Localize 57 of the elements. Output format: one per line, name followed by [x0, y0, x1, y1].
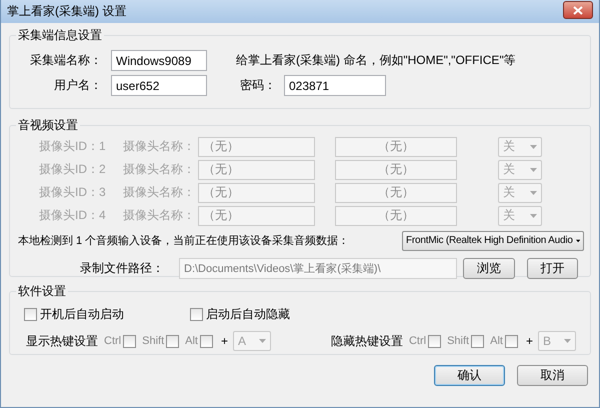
- camera-name-label: 摄像头名称：: [123, 161, 196, 178]
- group-title: 采集端信息设置: [17, 27, 103, 44]
- checkbox[interactable]: [166, 334, 180, 348]
- key-dropdown[interactable]: B: [538, 331, 576, 351]
- dropdown-arrow-icon: [530, 168, 537, 172]
- plus-sign: +: [220, 334, 228, 348]
- field-label: 采集端名称：: [29, 52, 102, 69]
- camera-name-label: 摄像头名称：: [123, 138, 196, 155]
- camera-id-label: 摄像头ID：3: [39, 184, 107, 201]
- hotkey-label: 隐藏热键设置: [330, 332, 404, 350]
- camera-name-label: 摄像头名称：: [123, 184, 196, 201]
- path-field[interactable]: D:\Documents\Videos\掌上看家(采集端)\: [179, 258, 457, 279]
- checkbox[interactable]: [471, 334, 484, 348]
- hint-text: 给掌上看家(采集端) 命名，例如"HOME","OFFICE"等: [236, 52, 516, 69]
- password-field[interactable]: 023871: [284, 75, 386, 96]
- field-label: 录制文件路径：: [79, 260, 164, 277]
- modifier-label: Alt: [185, 335, 198, 347]
- dialog-button[interactable]: 确认: [434, 365, 505, 386]
- camera-id-label: 摄像头ID：1: [39, 138, 107, 155]
- camera-id-label: 摄像头ID：2: [39, 161, 107, 178]
- checkbox[interactable]: [428, 334, 442, 348]
- modifier-label: Alt: [490, 335, 503, 347]
- checkbox[interactable]: [123, 334, 136, 348]
- field-label: 用户名：: [53, 77, 102, 94]
- modifier-label: Shift: [142, 335, 164, 347]
- plus-sign: +: [526, 334, 533, 348]
- checkbox[interactable]: [200, 334, 213, 348]
- dropdown-arrow-icon: [530, 214, 537, 218]
- window-title: 掌上看家(采集端) 设置: [7, 3, 126, 20]
- dropdown-arrow-icon: [530, 190, 537, 194]
- checkbox[interactable]: [504, 334, 518, 348]
- close-icon[interactable]: [563, 1, 593, 19]
- field-label: 密码：: [239, 77, 276, 94]
- camera-name-label: 摄像头名称：: [123, 207, 196, 224]
- checkbox[interactable]: [24, 308, 37, 320]
- checkbox-label: 启动后自动隐藏: [206, 306, 290, 322]
- group-title: 音视频设置: [17, 117, 79, 134]
- audio-device-text: 本地检测到 1 个音频输入设备，当前正在使用该设备采集音频数据：: [18, 234, 350, 248]
- key-dropdown[interactable]: A: [232, 331, 271, 351]
- hotkey-label: 显示热键设置: [26, 332, 99, 350]
- modifier-label: Ctrl: [104, 335, 122, 347]
- group-title: 软件设置: [17, 283, 67, 300]
- checkbox-label: 开机后自动启动: [40, 306, 124, 322]
- dialog-button[interactable]: 取消: [517, 365, 588, 386]
- input-field[interactable]: user652: [111, 75, 207, 96]
- dropdown-arrow-icon: [258, 339, 266, 343]
- dropdown-arrow-icon: [530, 144, 537, 148]
- audio-device-dropdown[interactable]: FrontMic (Realtek High Definition Audio: [402, 230, 584, 250]
- open-button[interactable]: 打开: [527, 258, 578, 279]
- checkbox[interactable]: [190, 308, 203, 320]
- dropdown-arrow-icon: [576, 238, 580, 242]
- browse-button[interactable]: 浏览: [463, 258, 515, 279]
- dropdown-arrow-icon: [564, 339, 571, 343]
- input-field[interactable]: Windows9089: [111, 50, 207, 71]
- camera-id-label: 摄像头ID：4: [39, 207, 107, 224]
- modifier-label: Shift: [447, 335, 470, 347]
- modifier-label: Ctrl: [408, 335, 426, 347]
